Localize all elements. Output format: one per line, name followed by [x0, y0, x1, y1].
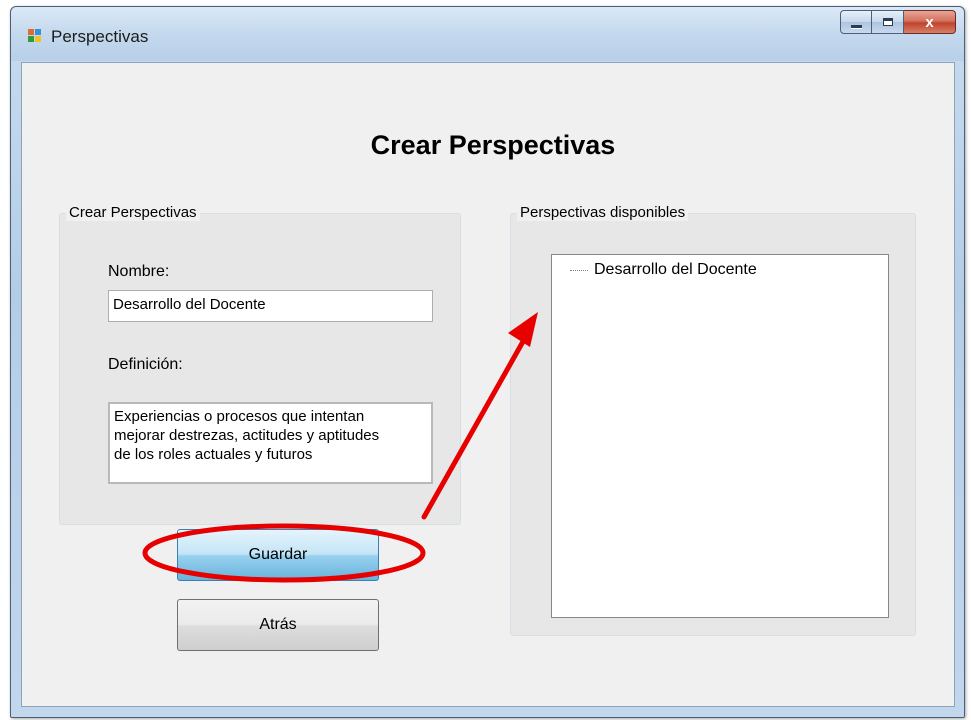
minimize-button[interactable] [840, 10, 872, 34]
name-input[interactable]: Desarrollo del Docente [108, 290, 433, 322]
page-title: Crear Perspectivas [370, 130, 616, 160]
application-window: Perspectivas x Crear Perspectivas Crear … [10, 6, 965, 718]
available-perspectives-group: Perspectivas disponibles Desarrollo del … [510, 204, 916, 636]
window-title: Perspectivas [51, 27, 149, 46]
perspectives-tree-view[interactable]: Desarrollo del Docente [551, 254, 889, 618]
maximize-button[interactable] [872, 10, 904, 34]
name-label: Nombre: [108, 263, 170, 280]
maximize-icon [882, 18, 893, 26]
definition-label: Definición: [108, 356, 183, 373]
caption-buttons: x [840, 10, 956, 36]
tree-node-label: Desarrollo del Docente [594, 261, 757, 278]
close-icon: x [925, 13, 934, 31]
title-bar[interactable]: Perspectivas x [11, 7, 964, 61]
create-group-legend: Crear Perspectivas [66, 204, 200, 221]
create-perspective-group: Crear Perspectivas Nombre: Desarrollo de… [59, 204, 461, 525]
tree-node[interactable]: Desarrollo del Docente [570, 261, 757, 279]
back-button[interactable]: Atrás [177, 599, 379, 651]
definition-textarea[interactable]: Experiencias o procesos que intentan mej… [108, 402, 433, 484]
close-button[interactable]: x [904, 10, 956, 34]
tree-connector [570, 269, 588, 271]
app-windows-icon [28, 29, 42, 43]
available-group-legend: Perspectivas disponibles [517, 204, 689, 221]
save-button[interactable]: Guardar [177, 529, 379, 581]
form-client-area: Crear Perspectivas Crear Perspectivas No… [21, 62, 955, 707]
minimize-icon [850, 24, 862, 28]
